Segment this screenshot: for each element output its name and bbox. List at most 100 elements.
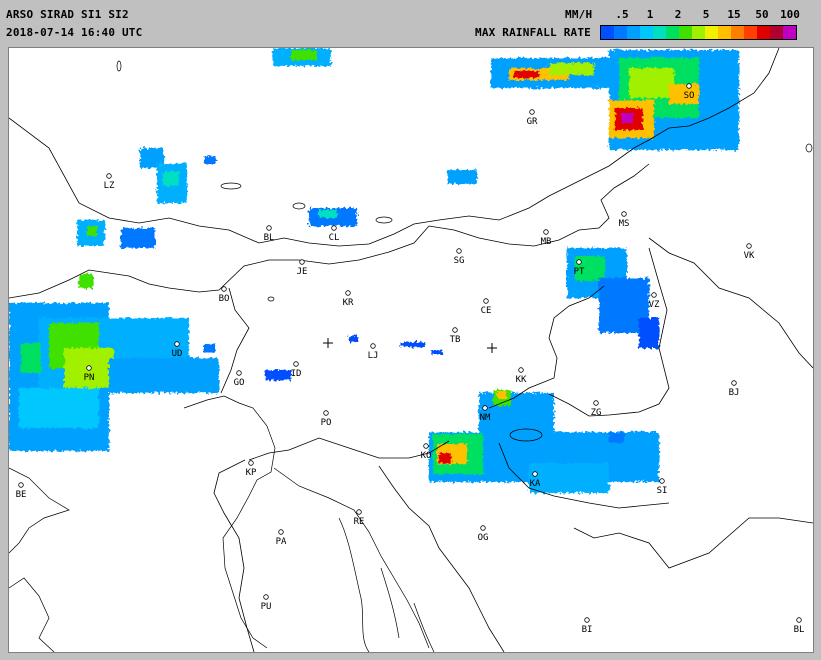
city-label: JE <box>297 267 308 277</box>
city-marker <box>323 410 329 416</box>
city-marker <box>356 509 362 515</box>
city-label: BI <box>582 625 593 635</box>
city-marker <box>174 341 180 347</box>
rain-echo <box>319 210 337 218</box>
city-marker <box>266 225 272 231</box>
city-label: KO <box>421 451 432 461</box>
city-label: BJ <box>729 388 740 398</box>
city-label: PO <box>321 418 332 428</box>
city-label: TB <box>450 335 461 345</box>
city-marker <box>651 292 657 298</box>
city-label: MS <box>619 219 630 229</box>
rain-echo <box>349 336 359 342</box>
rain-echo <box>21 343 41 373</box>
city-marker <box>483 298 489 304</box>
city-label: BE <box>16 490 27 500</box>
city-je: JE <box>297 259 308 277</box>
city-label: SG <box>454 256 465 266</box>
city-marker <box>345 290 351 296</box>
unit-label: MM/H <box>565 8 593 21</box>
city-bi: BI <box>582 617 593 635</box>
city-marker <box>236 370 242 376</box>
city-pa: PA <box>276 529 287 547</box>
city-marker <box>293 361 299 367</box>
rain-echo <box>439 453 451 463</box>
legend-swatch <box>627 26 640 39</box>
legend-swatch <box>614 26 627 39</box>
rain-echo <box>19 388 99 428</box>
city-bl: BL <box>794 617 804 635</box>
city-marker <box>746 243 752 249</box>
city-marker <box>480 525 486 531</box>
city-sg: SG <box>454 248 465 266</box>
city-marker <box>584 617 590 623</box>
title: ARSO SIRAD SI1 SI2 <box>6 8 129 21</box>
city-lz: LZ <box>104 173 115 191</box>
legend-swatch <box>692 26 705 39</box>
rain-echo <box>87 226 97 236</box>
city-marker <box>299 259 305 265</box>
city-label: ID <box>291 369 302 379</box>
rain-echo <box>609 433 624 443</box>
city-label: VZ <box>649 300 660 310</box>
city-marker <box>331 225 337 231</box>
city-marker <box>423 443 429 449</box>
map-panel: LZ BL CL GR SO MS MB VK SG JE BO KR CE PT VZ TB LJ UD PN GO… <box>8 47 814 653</box>
rain-echo <box>621 113 633 123</box>
city-label: SI <box>657 486 668 496</box>
city-marker <box>456 248 462 254</box>
city-marker <box>278 529 284 535</box>
radar-site-marker <box>323 338 333 348</box>
legend-tick: 5 <box>702 8 710 21</box>
city-label: SO <box>684 91 695 101</box>
legend-tick: 50 <box>755 8 769 21</box>
rain-echo <box>204 156 216 164</box>
rain-echo <box>121 228 155 248</box>
city-marker <box>796 617 802 623</box>
rain-echo <box>204 344 216 352</box>
city-label: ZG <box>591 408 602 418</box>
city-marker <box>731 380 737 386</box>
city-vk: VK <box>744 243 755 261</box>
legend-swatch <box>666 26 679 39</box>
city-marker <box>686 83 692 89</box>
rain-echo <box>265 370 291 380</box>
city-label: CL <box>329 233 340 243</box>
city-label: KA <box>530 479 541 489</box>
city-label: PT <box>574 267 585 277</box>
city-cl: CL <box>329 225 340 243</box>
rain-echo <box>639 318 659 348</box>
city-kk: KK <box>516 367 527 385</box>
city-marker <box>659 478 665 484</box>
city-label: BO <box>219 294 230 304</box>
city-marker <box>621 211 627 217</box>
radar-site-marker <box>487 343 497 353</box>
legend-swatch <box>705 26 718 39</box>
city-label: UD <box>172 349 183 359</box>
legend-swatch <box>640 26 653 39</box>
city-kr: KR <box>343 290 354 308</box>
city-marker <box>593 400 599 406</box>
city-id: ID <box>291 361 302 379</box>
rain-echo <box>163 172 179 186</box>
legend-tick: .5 <box>615 8 629 21</box>
city-zg: ZG <box>591 400 602 418</box>
rain-echo <box>549 63 594 75</box>
legend-swatch <box>653 26 666 39</box>
city-label: LZ <box>104 181 115 191</box>
legend-swatch <box>770 26 783 39</box>
city-label: KR <box>343 298 354 308</box>
timestamp: 2018-07-14 16:40 UTC <box>6 26 143 39</box>
city-ms: MS <box>619 211 630 229</box>
city-label: NM <box>480 413 491 423</box>
city-marker <box>370 343 376 349</box>
rain-echo <box>629 68 674 98</box>
rain-echo <box>497 391 507 399</box>
city-pu: PU <box>261 594 271 612</box>
city-ce: CE <box>481 298 492 316</box>
city-lj: LJ <box>368 343 378 361</box>
city-marker <box>543 229 549 235</box>
legend-swatch <box>679 26 692 39</box>
city-label: CE <box>481 306 492 316</box>
city-vz: VZ <box>649 292 660 310</box>
